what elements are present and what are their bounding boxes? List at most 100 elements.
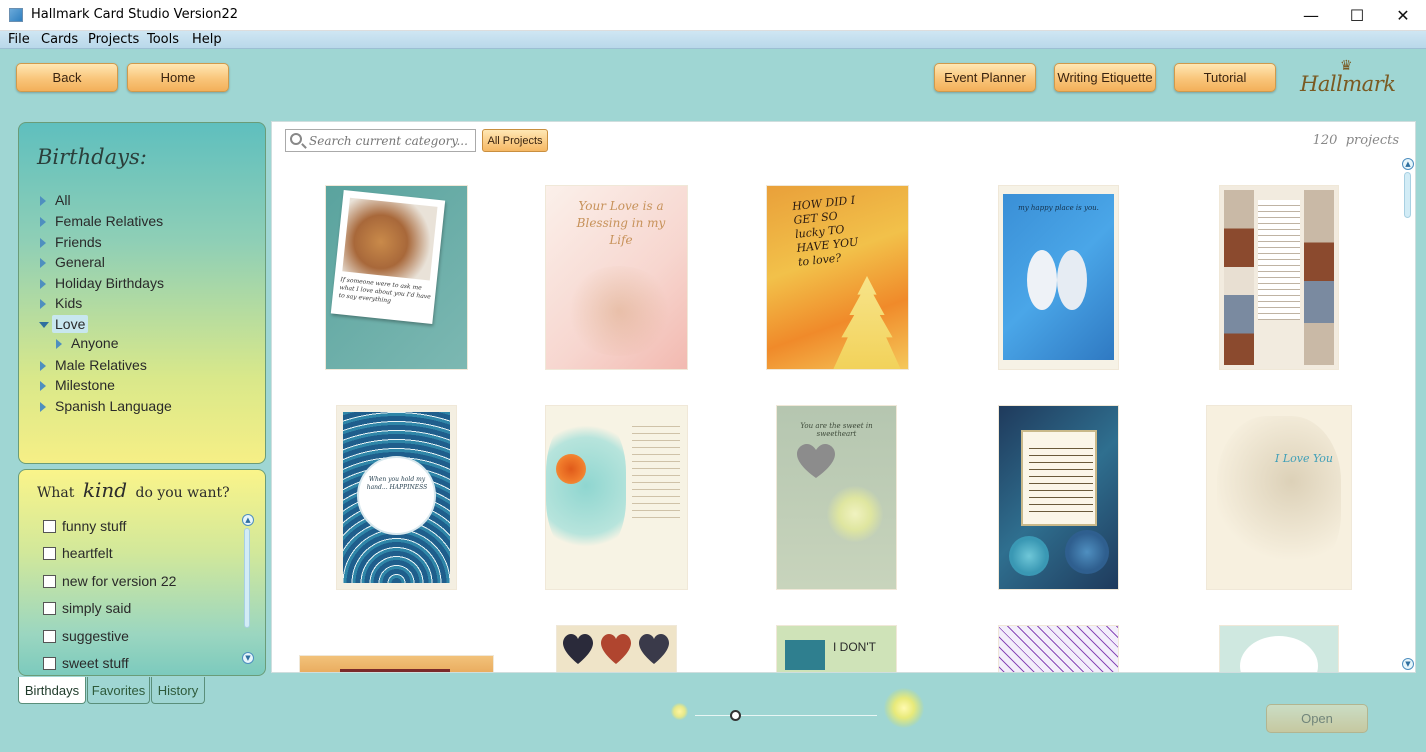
menu-help[interactable]: Help xyxy=(192,32,222,47)
scroll-up-icon[interactable]: ▲ xyxy=(1402,158,1414,170)
expand-arrow-icon[interactable] xyxy=(40,217,46,227)
kind-title-after: do you want? xyxy=(135,485,230,501)
card-panel xyxy=(1304,190,1334,365)
close-button[interactable]: ✕ xyxy=(1380,0,1426,31)
tree-item-milestone[interactable]: Milestone xyxy=(55,377,115,393)
zoom-in-icon[interactable] xyxy=(884,688,924,728)
gallery-scrollbar[interactable]: ▲ ▼ xyxy=(1401,158,1415,670)
zoom-out-icon[interactable] xyxy=(671,703,688,720)
kind-option[interactable]: funny stuff xyxy=(43,518,126,534)
expand-arrow-icon[interactable] xyxy=(40,361,46,371)
checkbox[interactable] xyxy=(43,630,56,643)
card-art xyxy=(340,669,450,672)
expand-arrow-icon[interactable] xyxy=(40,238,46,248)
maximize-button[interactable]: ☐ xyxy=(1334,0,1380,31)
tab-birthdays[interactable]: Birthdays xyxy=(18,677,86,704)
tree-item-kids[interactable]: Kids xyxy=(55,295,82,311)
menu-file[interactable]: File xyxy=(8,32,30,47)
scroll-thumb[interactable] xyxy=(244,528,250,628)
tree-illustration xyxy=(833,276,901,369)
card-text: I Love You xyxy=(1274,452,1333,465)
card-mint-frame[interactable] xyxy=(1220,626,1338,672)
card-i-love-you[interactable]: I Love You xyxy=(1207,406,1351,589)
checkbox[interactable] xyxy=(43,575,56,588)
flower-icon xyxy=(1065,530,1109,574)
kind-option-label: simply said xyxy=(62,600,132,616)
collapse-arrow-icon[interactable] xyxy=(39,322,49,328)
card-purple-swirls[interactable] xyxy=(999,626,1118,672)
card-verse-lines xyxy=(1258,200,1300,320)
minimize-button[interactable]: — xyxy=(1288,0,1334,31)
tree-item-love[interactable]: Love xyxy=(52,315,89,333)
expand-arrow-icon[interactable] xyxy=(40,299,46,309)
heart-icon xyxy=(601,634,631,664)
card-blue-flowers[interactable] xyxy=(999,406,1118,589)
card-text: When you hold my hand... HAPPINESS xyxy=(366,476,428,491)
tutorial-button[interactable]: Tutorial xyxy=(1174,63,1276,92)
back-button[interactable]: Back xyxy=(16,63,118,92)
expand-arrow-icon[interactable] xyxy=(40,402,46,412)
card-lucky[interactable]: HOW DID I GET SO lucky TO HAVE YOU to lo… xyxy=(767,186,908,369)
expand-arrow-icon[interactable] xyxy=(40,381,46,391)
kind-option[interactable]: simply said xyxy=(43,600,131,616)
tab-favorites[interactable]: Favorites xyxy=(87,677,150,704)
flower-icon xyxy=(827,486,883,542)
zoom-slider-knob[interactable] xyxy=(730,710,741,721)
kind-option[interactable]: new for version 22 xyxy=(43,573,176,589)
card-ornament-panels[interactable] xyxy=(1220,186,1338,369)
expand-arrow-icon[interactable] xyxy=(40,258,46,268)
menu-tools[interactable]: Tools xyxy=(147,32,179,47)
card-hearts[interactable] xyxy=(557,626,676,672)
search-box xyxy=(285,129,476,152)
card-i-dont[interactable]: I DON'T xyxy=(777,626,896,672)
menu-projects[interactable]: Projects xyxy=(88,32,139,47)
all-projects-button[interactable]: All Projects xyxy=(482,129,548,152)
card-love-blessing[interactable]: Your Love is a Blessing in my Life xyxy=(546,186,687,369)
expand-arrow-icon[interactable] xyxy=(56,339,62,349)
card-happiness[interactable]: When you hold my hand... HAPPINESS xyxy=(337,406,456,589)
zoom-slider-track[interactable] xyxy=(695,715,877,716)
project-count: 120 projects xyxy=(1313,133,1399,148)
checkbox[interactable] xyxy=(43,657,56,670)
checkbox[interactable] xyxy=(43,520,56,533)
card-panel xyxy=(1224,190,1254,365)
event-planner-button[interactable]: Event Planner xyxy=(934,63,1036,92)
scroll-down-icon[interactable]: ▼ xyxy=(242,652,254,664)
search-input[interactable] xyxy=(309,132,473,149)
card-flowers-teal[interactable] xyxy=(546,406,687,589)
tree-item-spanish-language[interactable]: Spanish Language xyxy=(55,398,172,414)
card-center-circle: When you hold my hand... HAPPINESS xyxy=(357,456,436,535)
tree-item-all[interactable]: All xyxy=(55,192,71,208)
card-puppies[interactable]: If someone were to ask me what I love ab… xyxy=(326,186,467,369)
kind-option-label: suggestive xyxy=(62,628,129,644)
writing-etiquette-button[interactable]: Writing Etiquette xyxy=(1054,63,1156,92)
kind-option[interactable]: sweet stuff xyxy=(43,655,129,671)
card-text: my happy place is you. xyxy=(1018,204,1099,212)
kind-scrollbar[interactable]: ▲ ▼ xyxy=(242,514,254,664)
card-sweetheart[interactable]: You are the sweet in sweetheart xyxy=(777,406,896,589)
card-happy-place[interactable]: my happy place is you. xyxy=(999,186,1118,369)
expand-arrow-icon[interactable] xyxy=(40,196,46,206)
checkbox[interactable] xyxy=(43,547,56,560)
tree-item-holiday-birthdays[interactable]: Holiday Birthdays xyxy=(55,275,164,291)
tab-history[interactable]: History xyxy=(151,677,205,704)
tree-item-male-relatives[interactable]: Male Relatives xyxy=(55,357,147,373)
project-gallery: All Projects 120 projects If someone wer… xyxy=(271,121,1416,673)
tree-item-friends[interactable]: Friends xyxy=(55,234,102,250)
kind-option[interactable]: suggestive xyxy=(43,628,129,644)
scroll-up-icon[interactable]: ▲ xyxy=(242,514,254,526)
tree-item-anyone[interactable]: Anyone xyxy=(71,335,118,351)
open-button[interactable]: Open xyxy=(1266,704,1368,733)
card-text: If someone were to ask me what I love ab… xyxy=(338,276,432,305)
tree-item-female-relatives[interactable]: Female Relatives xyxy=(55,213,163,229)
home-button[interactable]: Home xyxy=(127,63,229,92)
expand-arrow-icon[interactable] xyxy=(40,279,46,289)
scroll-down-icon[interactable]: ▼ xyxy=(1402,658,1414,670)
checkbox[interactable] xyxy=(43,602,56,615)
card-row3-1[interactable] xyxy=(300,656,493,672)
menu-cards[interactable]: Cards xyxy=(41,32,78,47)
tree-item-general[interactable]: General xyxy=(55,254,105,270)
kind-option[interactable]: heartfelt xyxy=(43,545,113,561)
scroll-thumb[interactable] xyxy=(1404,172,1411,218)
title-bar: Hallmark Card Studio Version22 — ☐ ✕ xyxy=(0,0,1426,31)
